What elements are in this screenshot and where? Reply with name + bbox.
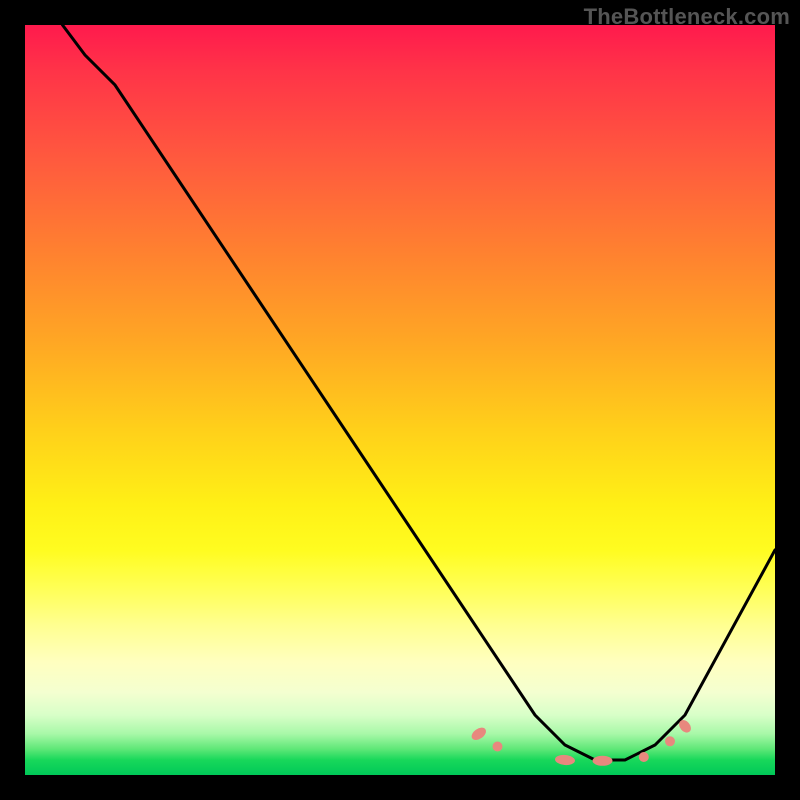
plot-area <box>25 25 775 775</box>
bottleneck-curve <box>63 25 776 760</box>
data-marker <box>555 754 576 766</box>
data-marker <box>665 736 675 746</box>
data-marker <box>493 742 503 752</box>
data-marker <box>639 752 649 762</box>
chart-frame: TheBottleneck.com <box>0 0 800 800</box>
data-marker <box>469 725 488 742</box>
data-marker <box>593 756 613 766</box>
curve-layer <box>25 25 775 775</box>
